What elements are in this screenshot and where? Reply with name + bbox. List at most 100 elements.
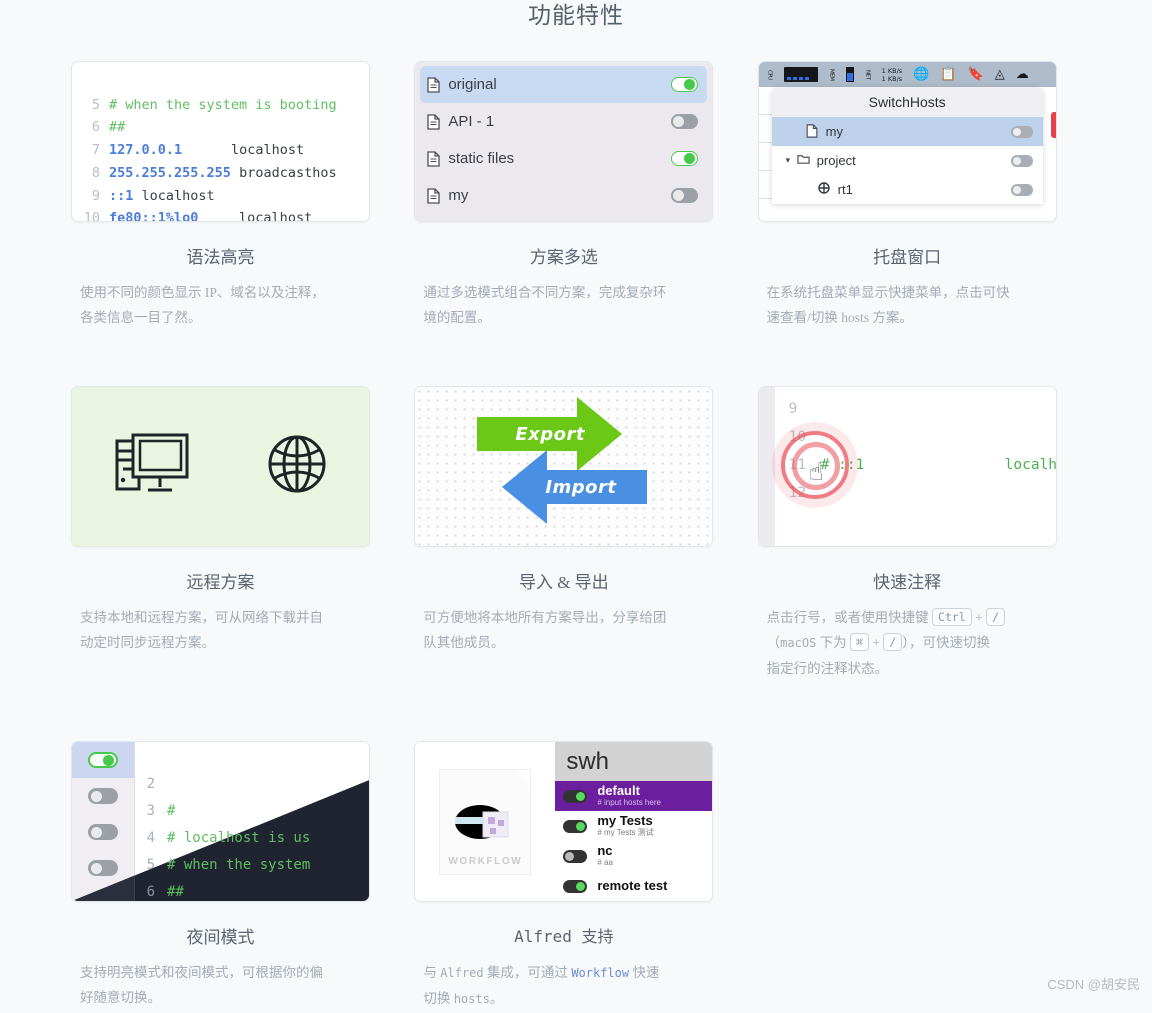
feature-card-import-export: Export Import 导入 & 导出 可方便地将本地所有方案导出，分享给团… xyxy=(414,386,714,681)
cloud-icon[interactable]: ☁ xyxy=(1016,68,1029,81)
feature-card-multi-select: original API - 1 static files my 方案多选 通过… xyxy=(414,61,714,330)
tray-row[interactable]: my xyxy=(771,117,1043,146)
desc-line: 支持本地和远程方案，可从网络下载并自 xyxy=(80,610,323,625)
card-description: 通过多选模式组合不同方案，完成复杂环 境的配置。 xyxy=(414,280,713,330)
desc-line: ），可快速切换 xyxy=(902,635,991,650)
import-arrow-label: Import xyxy=(545,477,617,498)
workflow-file: WORKFLOW xyxy=(415,742,555,901)
sidebar-cell[interactable] xyxy=(72,778,134,814)
thumbnail-night-mode: 2 3# 4# localhost is us 5# when the syst… xyxy=(71,741,370,902)
toggle-switch[interactable] xyxy=(1010,125,1033,138)
toggle-switch[interactable] xyxy=(88,860,118,876)
line-number: 10 xyxy=(83,210,100,222)
desc-mono: Alfred xyxy=(440,966,484,980)
card-title: 方案多选 xyxy=(529,248,598,267)
import-export-illustration: Export Import xyxy=(415,387,713,546)
card-title: 托盘窗口 xyxy=(873,248,942,267)
code-ip: 255.255.255.255 xyxy=(109,164,231,181)
computer-icon xyxy=(115,433,191,500)
line-number: 3 xyxy=(146,803,155,819)
thumbnail-import-export: Export Import xyxy=(414,386,714,547)
feature-card-empty xyxy=(758,741,1057,1012)
toggle-switch[interactable] xyxy=(563,789,588,803)
code-comment: # xyxy=(167,803,176,819)
desc-line: 在系统托盘菜单显示快捷菜单，点击可快 xyxy=(766,285,1010,300)
remote-globe-icon xyxy=(817,181,831,198)
toggle-switch[interactable] xyxy=(671,114,699,129)
sidebar-cell[interactable] xyxy=(72,814,134,850)
code-host: localhost xyxy=(141,187,215,204)
toggle-switch[interactable] xyxy=(563,879,588,893)
desc-line: 通过多选模式组合不同方案，完成复杂环 xyxy=(423,285,667,300)
alfred-illustration: WORKFLOW swh default # input hosts here xyxy=(415,742,713,901)
list-item[interactable]: my xyxy=(420,177,707,214)
alfred-result-row[interactable]: my Tests # my Tests 测试 xyxy=(555,811,712,841)
remote-illustration xyxy=(72,387,369,546)
toggle-switch[interactable] xyxy=(671,151,699,166)
export-arrow-label: Export xyxy=(515,424,585,445)
toggle-switch[interactable] xyxy=(88,788,118,804)
globe-icon[interactable]: 🌐 xyxy=(913,68,929,81)
feature-card-tray-window: CPU MEM NET 1 KB/s 1 KB/s 🌐 📋 🔖 ◬ ☁ Swit… xyxy=(757,61,1057,330)
line-number: 5 xyxy=(91,96,100,113)
code-host: localhost xyxy=(239,210,313,222)
toggle-switch[interactable] xyxy=(671,77,699,92)
result-subtitle: # my Tests 测试 xyxy=(597,828,654,837)
file-icon xyxy=(427,187,440,204)
globe-icon xyxy=(267,434,327,499)
desc-line: 队其他成员。 xyxy=(423,635,505,650)
workflow-link[interactable]: Workflow xyxy=(571,966,629,980)
code-host: localho xyxy=(1004,457,1057,473)
network-label-icon: NET xyxy=(864,69,871,80)
list-item[interactable]: API - 1 xyxy=(420,103,707,140)
tray-window-title: SwitchHosts xyxy=(771,87,1043,117)
card-description: 与 Alfred 集成，可通过 Workflow 快速 切换 hosts。 xyxy=(414,960,713,1012)
clipboard-icon[interactable]: 📋 xyxy=(940,68,956,81)
toggle-switch[interactable] xyxy=(1010,154,1033,167)
toggle-switch[interactable] xyxy=(88,752,118,768)
desc-mono: hosts xyxy=(453,992,490,1006)
chevron-down-icon[interactable]: ▾ xyxy=(786,155,797,166)
card-title: 语法高亮 xyxy=(186,248,255,267)
result-title: default xyxy=(597,783,640,798)
workflow-doc-icon: WORKFLOW xyxy=(439,768,532,875)
list-item-label: my xyxy=(448,187,469,204)
file-icon xyxy=(806,123,819,140)
editor-body: 9 10 11 12 # ::1 localho ☝ xyxy=(775,387,1056,546)
line-number[interactable]: 9 xyxy=(789,401,798,417)
toggle-switch[interactable] xyxy=(1010,183,1033,196)
code-comment: ## xyxy=(109,119,126,136)
toggle-switch[interactable] xyxy=(671,188,699,203)
toggle-switch[interactable] xyxy=(88,824,118,840)
bookmark-icon[interactable]: 🔖 xyxy=(968,68,984,81)
card-description: 支持明亮模式和夜间模式，可根据你的偏 好随意切换。 xyxy=(71,960,370,1010)
alfred-result-row[interactable]: remote test xyxy=(555,871,712,901)
desc-line: 快速 xyxy=(629,965,660,980)
card-description: 可方便地将本地所有方案导出，分享给团 队其他成员。 xyxy=(414,605,713,655)
alfred-result-row[interactable]: nc # aa xyxy=(555,841,712,871)
sidebar-cell[interactable] xyxy=(72,742,134,778)
desc-line: 各类信息一目了然。 xyxy=(80,310,202,325)
desc-line: 。 xyxy=(489,991,504,1006)
tray-popover: SwitchHosts my ▾ project rt1 xyxy=(771,87,1043,204)
row-spacer xyxy=(71,681,1081,741)
alfred-search-input[interactable]: swh xyxy=(555,742,713,781)
list-item[interactable]: static files xyxy=(420,140,707,177)
alfred-result-row[interactable]: default # input hosts here xyxy=(555,781,713,811)
list-item[interactable]: original xyxy=(420,66,708,103)
feature-card-remote-plan: 远程方案 支持本地和远程方案，可从网络下载并自 动定时同步远程方案。 xyxy=(71,386,370,681)
tray-row[interactable]: ▾ project xyxy=(772,146,1043,175)
tray-row[interactable]: rt1 xyxy=(772,175,1043,204)
workflow-label: WORKFLOW xyxy=(448,855,523,867)
line-number: 6 xyxy=(91,119,100,136)
file-icon xyxy=(427,150,440,167)
card-description: 使用不同的颜色显示 IP、域名以及注释， 各类信息一目了然。 xyxy=(71,280,370,330)
file-icon xyxy=(427,76,440,93)
cube-icon[interactable]: ◬ xyxy=(995,68,1005,81)
toggle-switch[interactable] xyxy=(563,849,588,863)
feature-card-night-mode: 2 3# 4# localhost is us 5# when the syst… xyxy=(71,741,370,1012)
thumbnail-tray-window: CPU MEM NET 1 KB/s 1 KB/s 🌐 📋 🔖 ◬ ☁ Swit… xyxy=(757,61,1057,222)
toggle-switch[interactable] xyxy=(563,819,588,833)
list-item-label: API - 1 xyxy=(448,113,495,130)
card-title: 远程方案 xyxy=(186,573,255,592)
